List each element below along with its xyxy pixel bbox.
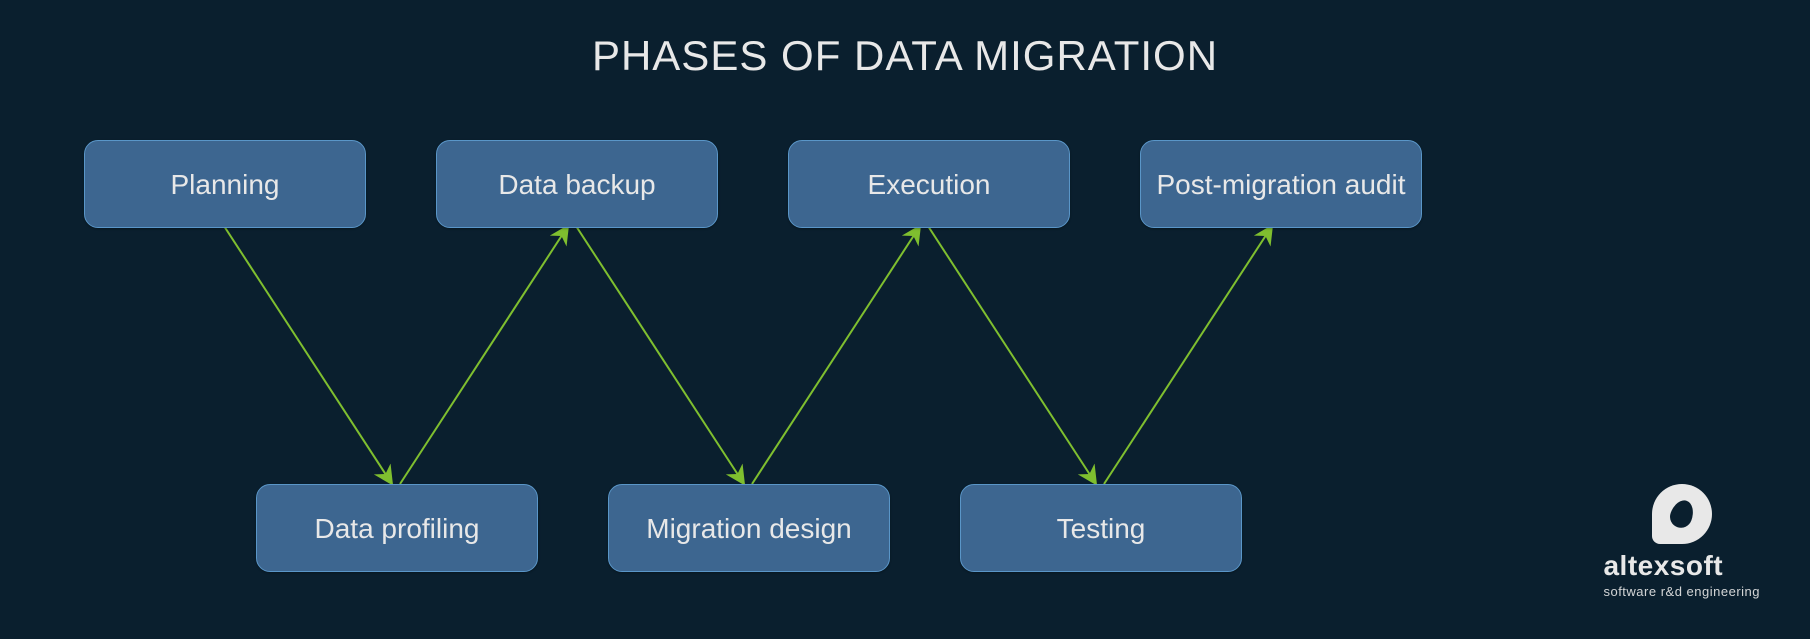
diagram-title: PHASES OF DATA MIGRATION	[0, 32, 1810, 80]
node-post-migration: Post-migration audit	[1140, 140, 1422, 228]
node-data-backup: Data backup	[436, 140, 718, 228]
node-label: Testing	[1057, 511, 1146, 546]
brand-logo: altexsoft software r&d engineering	[1603, 484, 1760, 599]
logo-name: altexsoft	[1603, 550, 1760, 582]
node-planning: Planning	[84, 140, 366, 228]
node-label: Execution	[868, 167, 991, 202]
node-data-profiling: Data profiling	[256, 484, 538, 572]
node-testing: Testing	[960, 484, 1242, 572]
node-execution: Execution	[788, 140, 1070, 228]
node-label: Migration design	[646, 511, 851, 546]
node-label: Data backup	[498, 167, 655, 202]
node-migration-design: Migration design	[608, 484, 890, 572]
logo-icon	[1652, 484, 1712, 544]
node-label: Post-migration audit	[1156, 167, 1405, 202]
node-label: Planning	[171, 167, 280, 202]
node-label: Data profiling	[315, 511, 480, 546]
logo-tagline: software r&d engineering	[1603, 584, 1760, 599]
diagram-canvas: PHASES OF DATA MIGRATION Planning Data b…	[0, 0, 1810, 639]
